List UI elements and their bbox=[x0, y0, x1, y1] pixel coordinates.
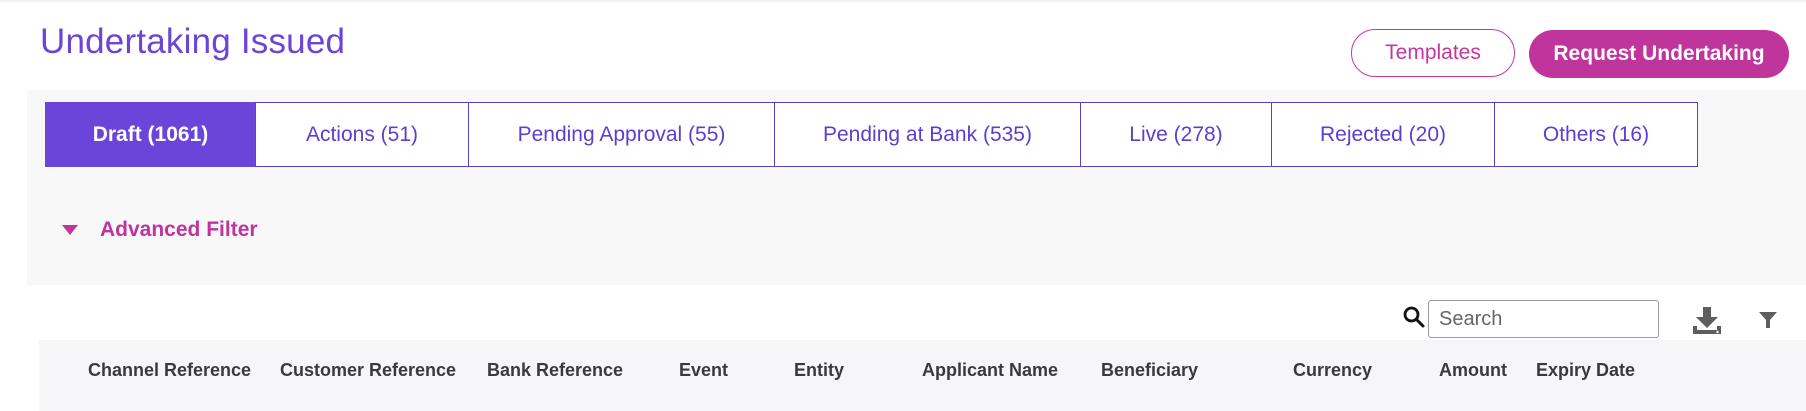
tab-pending-at-bank[interactable]: Pending at Bank (535) bbox=[774, 102, 1081, 167]
column-header-expiry-date[interactable]: Expiry Date bbox=[1536, 360, 1635, 381]
top-divider bbox=[0, 0, 1806, 2]
tab-live[interactable]: Live (278) bbox=[1080, 102, 1272, 167]
column-header-currency[interactable]: Currency bbox=[1293, 360, 1372, 381]
filter-icon[interactable] bbox=[1757, 309, 1779, 331]
tab-pending-approval[interactable]: Pending Approval (55) bbox=[468, 102, 775, 167]
download-icon[interactable] bbox=[1690, 304, 1724, 338]
column-header-applicant-name[interactable]: Applicant Name bbox=[922, 360, 1058, 381]
caret-down-icon bbox=[62, 225, 78, 235]
tab-actions[interactable]: Actions (51) bbox=[255, 102, 469, 167]
column-header-channel-reference[interactable]: Channel Reference bbox=[88, 360, 251, 381]
column-header-event[interactable]: Event bbox=[679, 360, 728, 381]
column-header-amount[interactable]: Amount bbox=[1439, 360, 1507, 381]
tab-draft[interactable]: Draft (1061) bbox=[45, 102, 256, 167]
column-header-beneficiary[interactable]: Beneficiary bbox=[1101, 360, 1198, 381]
search-input[interactable] bbox=[1428, 300, 1659, 338]
advanced-filter-toggle[interactable]: Advanced Filter bbox=[62, 218, 258, 242]
column-header-entity[interactable]: Entity bbox=[794, 360, 844, 381]
undertaking-issued-page: Undertaking Issued Templates Request Und… bbox=[0, 0, 1806, 411]
column-header-customer-reference[interactable]: Customer Reference bbox=[280, 360, 456, 381]
request-undertaking-button[interactable]: Request Undertaking bbox=[1529, 30, 1789, 78]
templates-button[interactable]: Templates bbox=[1351, 29, 1515, 77]
search-icon bbox=[1403, 306, 1425, 328]
column-header-bank-reference[interactable]: Bank Reference bbox=[487, 360, 623, 381]
tab-rejected[interactable]: Rejected (20) bbox=[1271, 102, 1495, 167]
page-title: Undertaking Issued bbox=[40, 22, 346, 61]
advanced-filter-label: Advanced Filter bbox=[100, 218, 258, 241]
status-tabs: Draft (1061) Actions (51) Pending Approv… bbox=[45, 102, 1698, 167]
tab-others[interactable]: Others (16) bbox=[1494, 102, 1698, 167]
